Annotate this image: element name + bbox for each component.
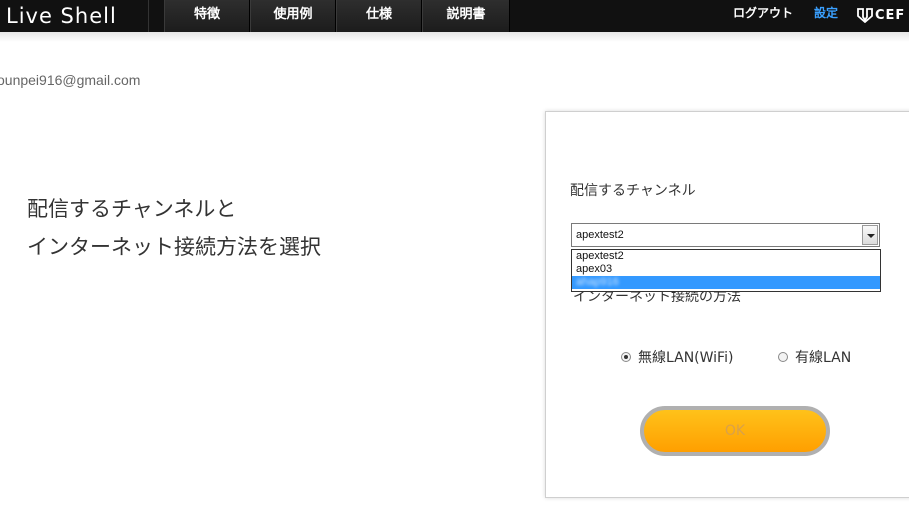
channel-option[interactable]: apextest2: [572, 250, 880, 263]
radio-button-icon[interactable]: [778, 352, 788, 362]
header-shadow: [0, 32, 909, 42]
radio-wired[interactable]: 有線LAN: [778, 347, 851, 367]
channel-label: 配信するチャンネル: [570, 183, 696, 199]
channel-option-highlighted[interactable]: ahap916: [572, 276, 880, 289]
radio-wifi-label: 無線LAN(WiFi): [638, 350, 734, 366]
channel-select[interactable]: apextest2: [571, 223, 880, 247]
account-email: ounpei916@gmail.com: [0, 72, 141, 88]
channel-select-value: apextest2: [576, 229, 624, 241]
channel-option[interactable]: apex03: [572, 263, 880, 276]
settings-link[interactable]: 設定: [814, 0, 838, 28]
app-logo[interactable]: Live Shell: [6, 1, 117, 31]
channel-option-label: ahap916: [576, 276, 619, 288]
chevron-down-icon[interactable]: [862, 225, 878, 245]
radio-wifi[interactable]: 無線LAN(WiFi): [621, 347, 733, 367]
main-nav: 特徴 使用例 仕様 説明書: [164, 0, 510, 32]
nav-use-cases[interactable]: 使用例: [250, 0, 336, 32]
logo-divider: [148, 0, 149, 32]
brand-name: CEF: [875, 7, 906, 23]
headline-line-1: 配信するチャンネルと: [27, 197, 237, 221]
radio-button-icon[interactable]: [621, 352, 631, 362]
nav-features[interactable]: 特徴: [164, 0, 250, 32]
cerevo-logo-icon: [857, 8, 873, 23]
radio-wired-label: 有線LAN: [795, 350, 852, 366]
ok-button[interactable]: OK: [640, 406, 830, 456]
brand-logo[interactable]: CEF: [857, 5, 905, 25]
top-navigation-bar: Live Shell 特徴 使用例 仕様 説明書 ログアウト 設定 CEF: [0, 0, 909, 32]
nav-manual[interactable]: 説明書: [422, 0, 510, 32]
headline-line-2: インターネット接続方法を選択: [27, 235, 321, 259]
logout-link[interactable]: ログアウト: [733, 0, 793, 28]
page-headline: 配信するチャンネルと インターネット接続方法を選択: [27, 190, 321, 266]
nav-specs[interactable]: 仕様: [336, 0, 422, 32]
channel-dropdown-list: apextest2 apex03 ahap916: [571, 249, 881, 292]
